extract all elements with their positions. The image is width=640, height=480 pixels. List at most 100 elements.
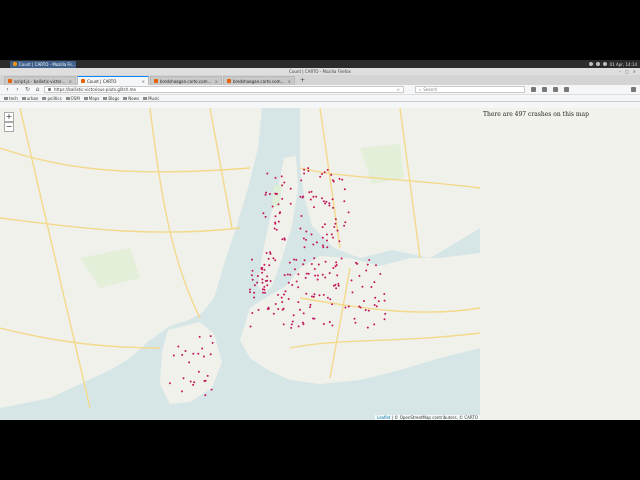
crash-point[interactable] — [343, 224, 346, 227]
lock-icon[interactable] — [48, 88, 51, 91]
crash-point[interactable] — [280, 175, 283, 178]
crash-point[interactable] — [283, 293, 285, 296]
crash-point[interactable] — [358, 305, 361, 308]
crash-point[interactable] — [338, 177, 341, 180]
crash-point[interactable] — [356, 262, 359, 265]
crash-point[interactable] — [292, 314, 295, 317]
crash-point[interactable] — [263, 263, 266, 266]
crash-point[interactable] — [364, 309, 367, 311]
crash-point[interactable] — [265, 191, 268, 194]
crash-point[interactable] — [261, 281, 264, 284]
crash-point[interactable] — [312, 295, 315, 298]
extension-icon[interactable] — [564, 87, 569, 92]
crash-point[interactable] — [373, 304, 376, 306]
crash-point[interactable] — [334, 283, 337, 286]
crash-point[interactable] — [373, 323, 376, 326]
crash-point[interactable] — [334, 218, 337, 221]
crash-point[interactable] — [266, 172, 269, 175]
minimize-icon[interactable]: – — [619, 69, 621, 74]
crash-point[interactable] — [332, 267, 335, 269]
crash-point[interactable] — [305, 272, 308, 275]
crash-point[interactable] — [265, 252, 268, 254]
crash-point[interactable] — [172, 354, 175, 357]
crash-point[interactable] — [181, 390, 183, 393]
crash-point[interactable] — [334, 222, 337, 225]
crash-point[interactable] — [321, 273, 324, 276]
crash-point[interactable] — [297, 273, 300, 276]
crash-point[interactable] — [201, 347, 204, 350]
crash-point[interactable] — [321, 173, 323, 175]
crash-point[interactable] — [302, 237, 305, 240]
bookmark-maps[interactable]: Maps — [83, 96, 99, 101]
crash-point[interactable] — [363, 300, 365, 302]
crash-point[interactable] — [268, 264, 271, 267]
crash-point[interactable] — [291, 284, 294, 286]
crash-point[interactable] — [284, 290, 287, 293]
clock[interactable]: 01 Apr, 14:14 — [610, 62, 637, 67]
crash-point[interactable] — [347, 305, 350, 308]
crash-point[interactable] — [297, 325, 300, 328]
crash-point[interactable] — [197, 370, 200, 373]
crash-point[interactable] — [295, 280, 298, 283]
crash-point[interactable] — [295, 258, 298, 261]
crash-point[interactable] — [330, 173, 333, 176]
crash-point[interactable] — [182, 377, 185, 380]
zoom-in-button[interactable]: + — [4, 112, 14, 122]
crash-point[interactable] — [189, 380, 192, 383]
crash-point[interactable] — [289, 202, 292, 205]
crash-point[interactable] — [374, 296, 377, 299]
bookmark-politics[interactable]: politics — [42, 96, 62, 101]
crash-point[interactable] — [263, 288, 266, 291]
crash-point[interactable] — [316, 274, 319, 277]
crash-point[interactable] — [277, 293, 279, 296]
crash-point[interactable] — [168, 382, 171, 385]
crash-point[interactable] — [188, 361, 191, 364]
crash-point[interactable] — [313, 317, 316, 320]
crash-point[interactable] — [275, 193, 278, 195]
crash-point[interactable] — [202, 355, 205, 358]
crash-point[interactable] — [340, 257, 343, 260]
crash-point[interactable] — [249, 288, 251, 291]
crash-point[interactable] — [299, 195, 302, 198]
crash-point[interactable] — [311, 295, 313, 298]
crash-point[interactable] — [333, 226, 336, 228]
crash-point[interactable] — [297, 286, 300, 289]
maximize-icon[interactable]: □ — [625, 69, 629, 74]
crash-point[interactable] — [313, 268, 316, 270]
crash-point[interactable] — [326, 296, 329, 299]
crash-point[interactable] — [281, 197, 284, 200]
crash-point[interactable] — [324, 260, 327, 263]
crash-point[interactable] — [274, 303, 277, 305]
crash-point[interactable] — [204, 379, 207, 382]
crash-point[interactable] — [262, 291, 264, 294]
crash-point[interactable] — [299, 308, 301, 311]
crash-point[interactable] — [312, 195, 315, 198]
crash-point[interactable] — [253, 296, 256, 299]
crash-point[interactable] — [282, 307, 285, 310]
crash-point[interactable] — [251, 258, 253, 261]
crash-point[interactable] — [305, 238, 307, 241]
crash-point[interactable] — [286, 273, 289, 276]
crash-point[interactable] — [323, 223, 326, 226]
crash-point[interactable] — [304, 276, 307, 279]
crash-point[interactable] — [367, 309, 370, 312]
search-input[interactable]: ⌕ Search — [415, 86, 525, 93]
crash-point[interactable] — [384, 312, 387, 315]
crash-point[interactable] — [251, 278, 254, 281]
crash-point[interactable] — [315, 195, 318, 198]
crash-point[interactable] — [184, 350, 187, 352]
back-icon[interactable]: ‹ — [4, 86, 11, 94]
crash-point[interactable] — [366, 326, 369, 329]
crash-point[interactable] — [281, 301, 284, 303]
crash-point[interactable] — [321, 244, 324, 247]
crash-point[interactable] — [307, 167, 310, 170]
crash-point[interactable] — [370, 286, 373, 288]
crash-point[interactable] — [274, 221, 277, 224]
crash-point[interactable] — [313, 293, 316, 296]
home-icon[interactable]: ⌂ — [34, 86, 41, 94]
crash-point[interactable] — [256, 275, 259, 277]
bookmark-music[interactable]: Music — [143, 96, 159, 101]
crash-point[interactable] — [332, 236, 334, 239]
crash-point[interactable] — [318, 294, 321, 297]
crash-point[interactable] — [280, 296, 283, 299]
